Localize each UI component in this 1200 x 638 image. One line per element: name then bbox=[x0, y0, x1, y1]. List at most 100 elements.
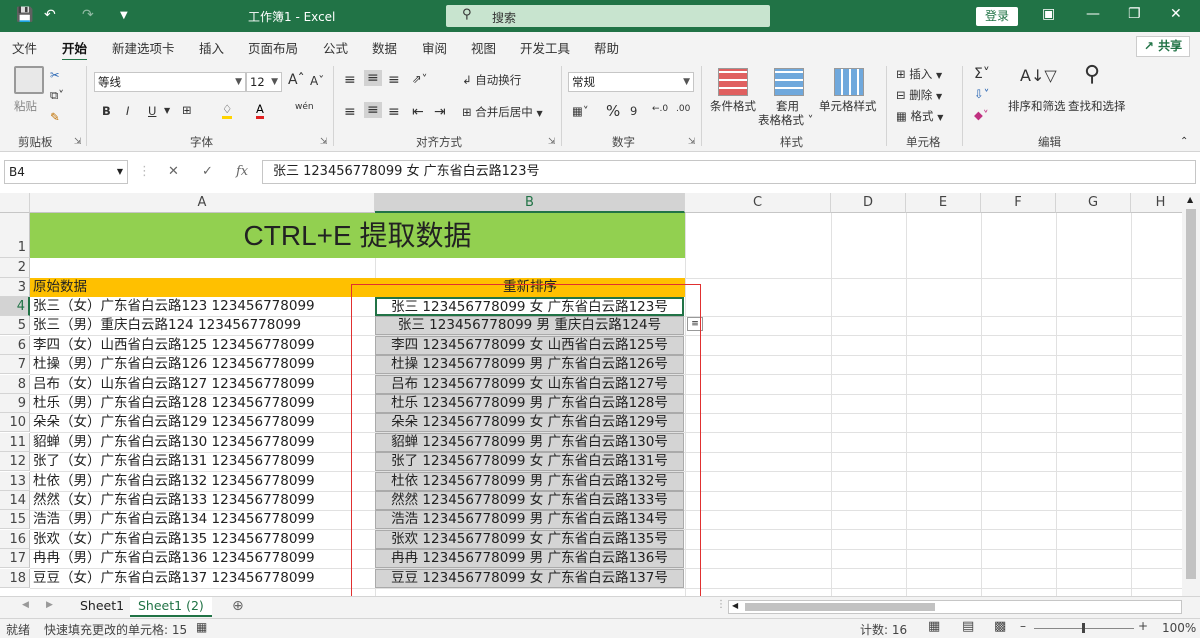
column-header-e[interactable]: E bbox=[906, 193, 981, 213]
tab-file[interactable]: 文件 bbox=[12, 38, 37, 57]
percent-button[interactable]: % bbox=[606, 102, 620, 120]
cell-original[interactable]: 杜依（男）广东省白云路132 123456778099 bbox=[33, 472, 373, 491]
increase-indent-icon[interactable]: ⇥ bbox=[434, 104, 446, 120]
zoom-out-icon[interactable]: – bbox=[1020, 619, 1026, 633]
name-box[interactable]: B4 ▼ bbox=[4, 160, 128, 184]
insert-cells-button[interactable]: ⊞ 插入 ▼ bbox=[896, 66, 942, 82]
format-as-table-label-2[interactable]: 表格格式 ˅ bbox=[758, 112, 813, 128]
horizontal-scrollbar[interactable]: ◀ bbox=[728, 600, 1182, 614]
fill-icon[interactable]: ⇩˅ bbox=[974, 87, 989, 101]
select-all-corner[interactable] bbox=[0, 193, 30, 213]
cell-original[interactable]: 张欢（女）广东省白云路135 123456778099 bbox=[33, 530, 373, 549]
cell-original[interactable]: 李四（女）山西省白云路125 123456778099 bbox=[33, 336, 373, 355]
font-size-select[interactable]: 12 ▼ bbox=[246, 72, 282, 92]
accessibility-icon[interactable]: ▦ bbox=[196, 620, 207, 634]
scroll-up-icon[interactable]: ▲ bbox=[1187, 195, 1193, 204]
merge-center-button[interactable]: ⊞ 合并后居中 ▼ bbox=[462, 104, 543, 120]
cell-styles-icon[interactable] bbox=[834, 68, 864, 96]
scroll-thumb[interactable] bbox=[745, 603, 935, 611]
cell-original[interactable]: 张三（男）重庆白云路124 123456778099 bbox=[33, 316, 373, 335]
tab-formulas[interactable]: 公式 bbox=[323, 38, 348, 57]
find-select-label[interactable]: 查找和选择 bbox=[1068, 98, 1126, 114]
cancel-icon[interactable]: ✕ bbox=[168, 164, 179, 179]
cell-original[interactable]: 张三（女）广东省白云路123 123456778099 bbox=[33, 297, 373, 316]
row-header[interactable]: 2 bbox=[0, 258, 30, 278]
tab-new[interactable]: 新建选项卡 bbox=[112, 38, 175, 57]
align-top-icon[interactable]: ≡ bbox=[344, 72, 356, 88]
close-icon[interactable]: ✕ bbox=[1170, 6, 1182, 22]
row-header[interactable]: 4 bbox=[0, 297, 30, 316]
column-header-c[interactable]: C bbox=[685, 193, 831, 213]
vertical-scrollbar[interactable]: ▲ bbox=[1182, 193, 1200, 596]
cell-original[interactable]: 然然（女）广东省白云路133 123456778099 bbox=[33, 491, 373, 510]
align-right-icon[interactable]: ≡ bbox=[388, 104, 400, 120]
underline-button[interactable]: U bbox=[148, 104, 156, 118]
font-name-select[interactable]: 等线 ▼ bbox=[94, 72, 246, 92]
tab-page-layout[interactable]: 页面布局 bbox=[248, 38, 298, 57]
ribbon-display-icon[interactable]: ▣ bbox=[1042, 6, 1055, 22]
cell-original[interactable]: 杜操（男）广东省白云路126 123456778099 bbox=[33, 355, 373, 374]
cell-original[interactable]: 张了（女）广东省白云路131 123456778099 bbox=[33, 452, 373, 471]
cell-original[interactable]: 吕布（女）山东省白云路127 123456778099 bbox=[33, 375, 373, 394]
format-cells-button[interactable]: ▦ 格式 ▼ bbox=[896, 108, 943, 124]
conditional-format-icon[interactable] bbox=[718, 68, 748, 96]
column-header-d[interactable]: D bbox=[831, 193, 906, 213]
currency-icon[interactable]: ▦˅ bbox=[572, 104, 589, 118]
italic-button[interactable]: I bbox=[126, 104, 129, 118]
page-layout-view-icon[interactable]: ▤ bbox=[962, 619, 974, 634]
undo-icon[interactable]: ↶ bbox=[44, 7, 56, 23]
phonetic-icon[interactable]: wén bbox=[295, 102, 314, 112]
cell-styles-label[interactable]: 单元格样式 bbox=[819, 98, 877, 114]
clipboard-launcher-icon[interactable]: ⇲ bbox=[74, 137, 82, 147]
zoom-level[interactable]: 100% bbox=[1162, 621, 1196, 635]
sort-filter-label[interactable]: 排序和筛选 bbox=[1008, 98, 1066, 114]
title-cell[interactable]: CTRL+E 提取数据 bbox=[30, 213, 685, 258]
row-header[interactable]: 18 bbox=[0, 569, 30, 588]
decrease-decimal-icon[interactable]: .00 bbox=[676, 104, 690, 114]
number-launcher-icon[interactable]: ⇲ bbox=[688, 137, 696, 147]
row-header[interactable]: 17 bbox=[0, 549, 30, 568]
normal-view-icon[interactable]: ▦ bbox=[928, 619, 940, 634]
minimize-icon[interactable]: — bbox=[1086, 6, 1100, 22]
align-left-icon[interactable]: ≡ bbox=[344, 104, 356, 120]
column-header-a[interactable]: A bbox=[30, 193, 375, 213]
increase-font-icon[interactable]: Aˆ bbox=[288, 72, 305, 88]
conditional-format-label[interactable]: 条件格式 bbox=[710, 98, 756, 114]
decrease-indent-icon[interactable]: ⇤ bbox=[412, 104, 424, 120]
tab-home[interactable]: 开始 bbox=[62, 38, 88, 62]
bold-button[interactable]: B bbox=[102, 104, 111, 118]
search-box[interactable]: ⚲ 搜索 bbox=[446, 5, 770, 27]
cell-original[interactable]: 冉冉（男）广东省白云路136 123456778099 bbox=[33, 549, 373, 568]
row-header[interactable]: 1 bbox=[0, 213, 30, 258]
save-icon[interactable]: 💾 bbox=[16, 7, 33, 23]
row-header[interactable]: 15 bbox=[0, 510, 30, 529]
tab-developer[interactable]: 开发工具 bbox=[520, 38, 570, 57]
tab-insert[interactable]: 插入 bbox=[199, 38, 224, 57]
tab-data[interactable]: 数据 bbox=[372, 38, 397, 57]
row-header[interactable]: 10 bbox=[0, 413, 30, 432]
cell-original[interactable]: 浩浩（男）广东省白云路134 123456778099 bbox=[33, 510, 373, 529]
collapse-ribbon-icon[interactable]: ⌃ bbox=[1180, 136, 1188, 147]
row-header[interactable]: 8 bbox=[0, 375, 30, 394]
align-middle-icon[interactable]: ≡ bbox=[364, 70, 382, 86]
chevron-down-icon[interactable]: ▼ bbox=[164, 106, 170, 115]
row-header[interactable]: 16 bbox=[0, 530, 30, 549]
cell-original[interactable]: 朵朵（女）广东省白云路129 123456778099 bbox=[33, 413, 373, 432]
row-header[interactable]: 3 bbox=[0, 278, 30, 297]
tab-view[interactable]: 视图 bbox=[471, 38, 496, 57]
format-as-table-icon[interactable] bbox=[774, 68, 804, 96]
wrap-text-button[interactable]: ↲ 自动换行 bbox=[462, 72, 521, 88]
increase-decimal-icon[interactable]: ←.0 bbox=[652, 104, 668, 114]
page-break-view-icon[interactable]: ▩ bbox=[994, 619, 1006, 634]
orientation-icon[interactable]: ⇗˅ bbox=[412, 72, 427, 86]
zoom-slider-thumb[interactable] bbox=[1082, 623, 1085, 633]
cell-original[interactable]: 豆豆（女）广东省白云路137 123456778099 bbox=[33, 569, 373, 588]
row-header[interactable]: 9 bbox=[0, 394, 30, 413]
row-header[interactable]: 12 bbox=[0, 452, 30, 471]
align-bottom-icon[interactable]: ≡ bbox=[388, 72, 400, 88]
row-header[interactable]: 11 bbox=[0, 433, 30, 452]
copy-icon[interactable]: ⧉˅ bbox=[50, 88, 64, 103]
column-header-h[interactable]: H bbox=[1131, 193, 1182, 213]
add-sheet-icon[interactable]: ⊕ bbox=[232, 598, 244, 614]
tab-help[interactable]: 帮助 bbox=[594, 38, 619, 57]
